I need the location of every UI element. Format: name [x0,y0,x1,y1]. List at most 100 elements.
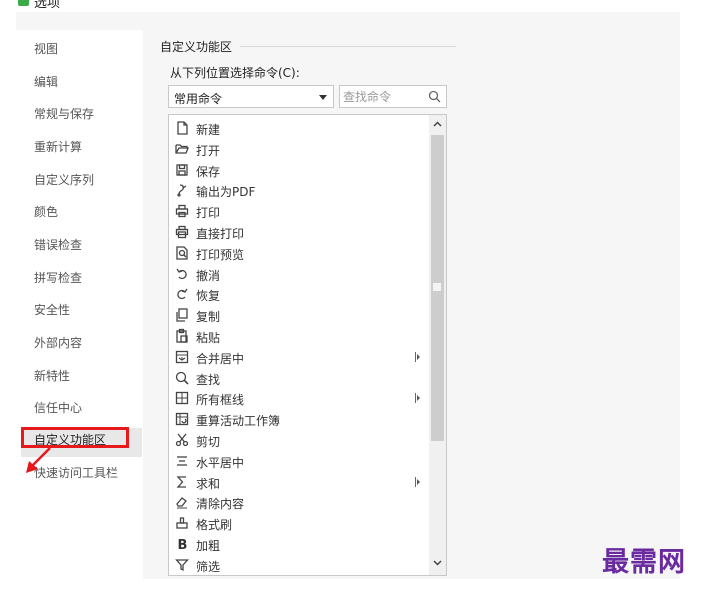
filter-icon [175,559,189,571]
command-label: 直接打印 [196,227,245,241]
command-label: 所有框线 [196,393,245,408]
search-icon[interactable] [428,90,441,103]
dropdown-selected-value: 常用命令 [174,92,223,106]
command-list-item[interactable]: 所有框线 [169,388,429,408]
paste-icon [176,328,188,343]
command-list-item[interactable]: B 加粗 [169,534,429,554]
sidebar-item[interactable]: 自定义序列 [34,172,94,188]
print-preview-icon [176,246,188,260]
sidebar-item[interactable]: 拼写检查 [34,270,82,286]
command-list-item[interactable]: 清除内容 [169,492,429,512]
command-list-item[interactable]: 打印预览 [169,243,429,263]
sidebar-item[interactable]: 外部内容 [34,335,82,351]
sidebar-item[interactable]: 新特性 [34,368,70,384]
format-painter-icon [176,517,188,529]
svg-text:B: B [178,538,188,552]
new-document-icon [177,121,188,135]
direct-print-icon [175,225,189,239]
command-label: 查找 [196,372,221,387]
sidebar-item[interactable]: 安全性 [34,302,70,318]
sidebar-item[interactable]: 编辑 [34,74,58,90]
command-label: 打开 [196,143,221,158]
command-label: 打印预览 [196,247,245,262]
magnifier-icon [175,371,189,385]
command-label: 新建 [196,123,221,137]
command-label: 求和 [196,476,221,491]
annotation-arrow-icon [26,447,51,473]
pdf-export-icon [177,184,187,198]
merge-center-icon [175,350,189,363]
command-label: 恢复 [196,289,221,304]
command-list-item[interactable]: 粘贴 [169,326,429,346]
sidebar-item[interactable]: 视图 [34,41,58,57]
all-borders-icon [175,392,189,405]
save-icon [176,163,188,176]
command-list-item[interactable]: 新建 [169,118,429,138]
redo-icon [177,289,188,300]
command-list-item[interactable]: 复制 [169,305,429,325]
command-list-item[interactable]: 打印 [169,201,429,221]
command-list-item[interactable]: 保存 [169,160,429,180]
watermark-logo: 最需网 [602,547,686,578]
recalculate-icon [175,413,189,426]
scroll-down-arrow-icon[interactable] [433,560,442,566]
command-list-item[interactable]: 合并居中 [169,347,429,367]
command-label: 水平居中 [196,455,245,470]
command-list-item[interactable]: 筛选 [169,555,429,575]
sidebar-item[interactable]: 重新计算 [34,139,82,155]
sidebar-item[interactable]: 错误检查 [34,237,82,253]
bold-icon: B [178,538,188,552]
command-list-item[interactable]: 求和 [169,472,429,492]
window-title: 选项 [34,0,61,11]
submenu-arrow-icon[interactable] [415,393,421,404]
app-logo-icon [18,0,29,6]
command-label: 撤消 [196,268,221,283]
section-title: 自定义功能区 [160,40,233,54]
sidebar-item[interactable]: 信任中心 [34,400,82,416]
command-list-item[interactable]: 重算活动工作簿 [169,409,429,429]
command-label: 粘贴 [196,331,221,345]
sigma-icon [176,475,186,488]
undo-icon [176,268,187,279]
caret-down-icon [319,95,327,100]
submenu-arrow-icon[interactable] [415,351,421,362]
command-list-item[interactable]: 水平居中 [169,451,429,471]
search-input[interactable] [343,88,423,105]
command-list-item[interactable]: 查找 [169,368,429,388]
command-label: 重算活动工作簿 [196,414,281,429]
folder-open-icon [175,144,189,154]
scroll-up-arrow-icon[interactable] [433,121,442,127]
submenu-arrow-icon[interactable] [415,476,421,487]
command-source-dropdown[interactable]: 常用命令 [168,85,334,108]
command-list-item[interactable]: 格式刷 [169,513,429,533]
command-label: 筛选 [196,559,221,574]
command-label: 格式刷 [196,518,233,533]
command-list-item[interactable]: 打开 [169,139,429,159]
printer-icon [175,205,189,218]
scissors-icon [175,433,189,447]
command-list-item[interactable]: 撤消 [169,264,429,284]
command-label: 输出为PDF [196,185,256,200]
command-label: 合并居中 [196,351,245,366]
command-label: 清除内容 [196,497,245,512]
scroll-marker [433,283,441,291]
section-divider [240,46,456,47]
sidebar-item[interactable]: 常规与保存 [34,106,94,122]
sidebar-item[interactable]: 颜色 [34,204,58,220]
command-list-item[interactable]: 剪切 [169,430,429,450]
command-label: 打印 [196,206,221,221]
command-list-item[interactable]: 恢复 [169,284,429,304]
list-scrollbar[interactable] [429,115,446,575]
command-label: 剪切 [196,435,221,449]
align-center-icon [177,456,187,466]
command-list[interactable]: 新建打开保存输出为PDF 打印直接打印打印预览撤消恢复复制粘贴合并居中查找所有框线… [168,114,447,576]
command-label: 保存 [196,164,221,179]
highlight-annotation-box [21,427,129,448]
title-bar: 选项 [0,0,680,12]
copy-icon [176,308,188,322]
command-list-item[interactable]: 直接打印 [169,222,429,242]
command-label: 复制 [196,310,221,325]
command-search-box[interactable] [339,85,447,108]
command-list-item[interactable]: 输出为PDF [169,180,429,200]
command-source-label: 从下列位置选择命令(C): [170,66,300,80]
